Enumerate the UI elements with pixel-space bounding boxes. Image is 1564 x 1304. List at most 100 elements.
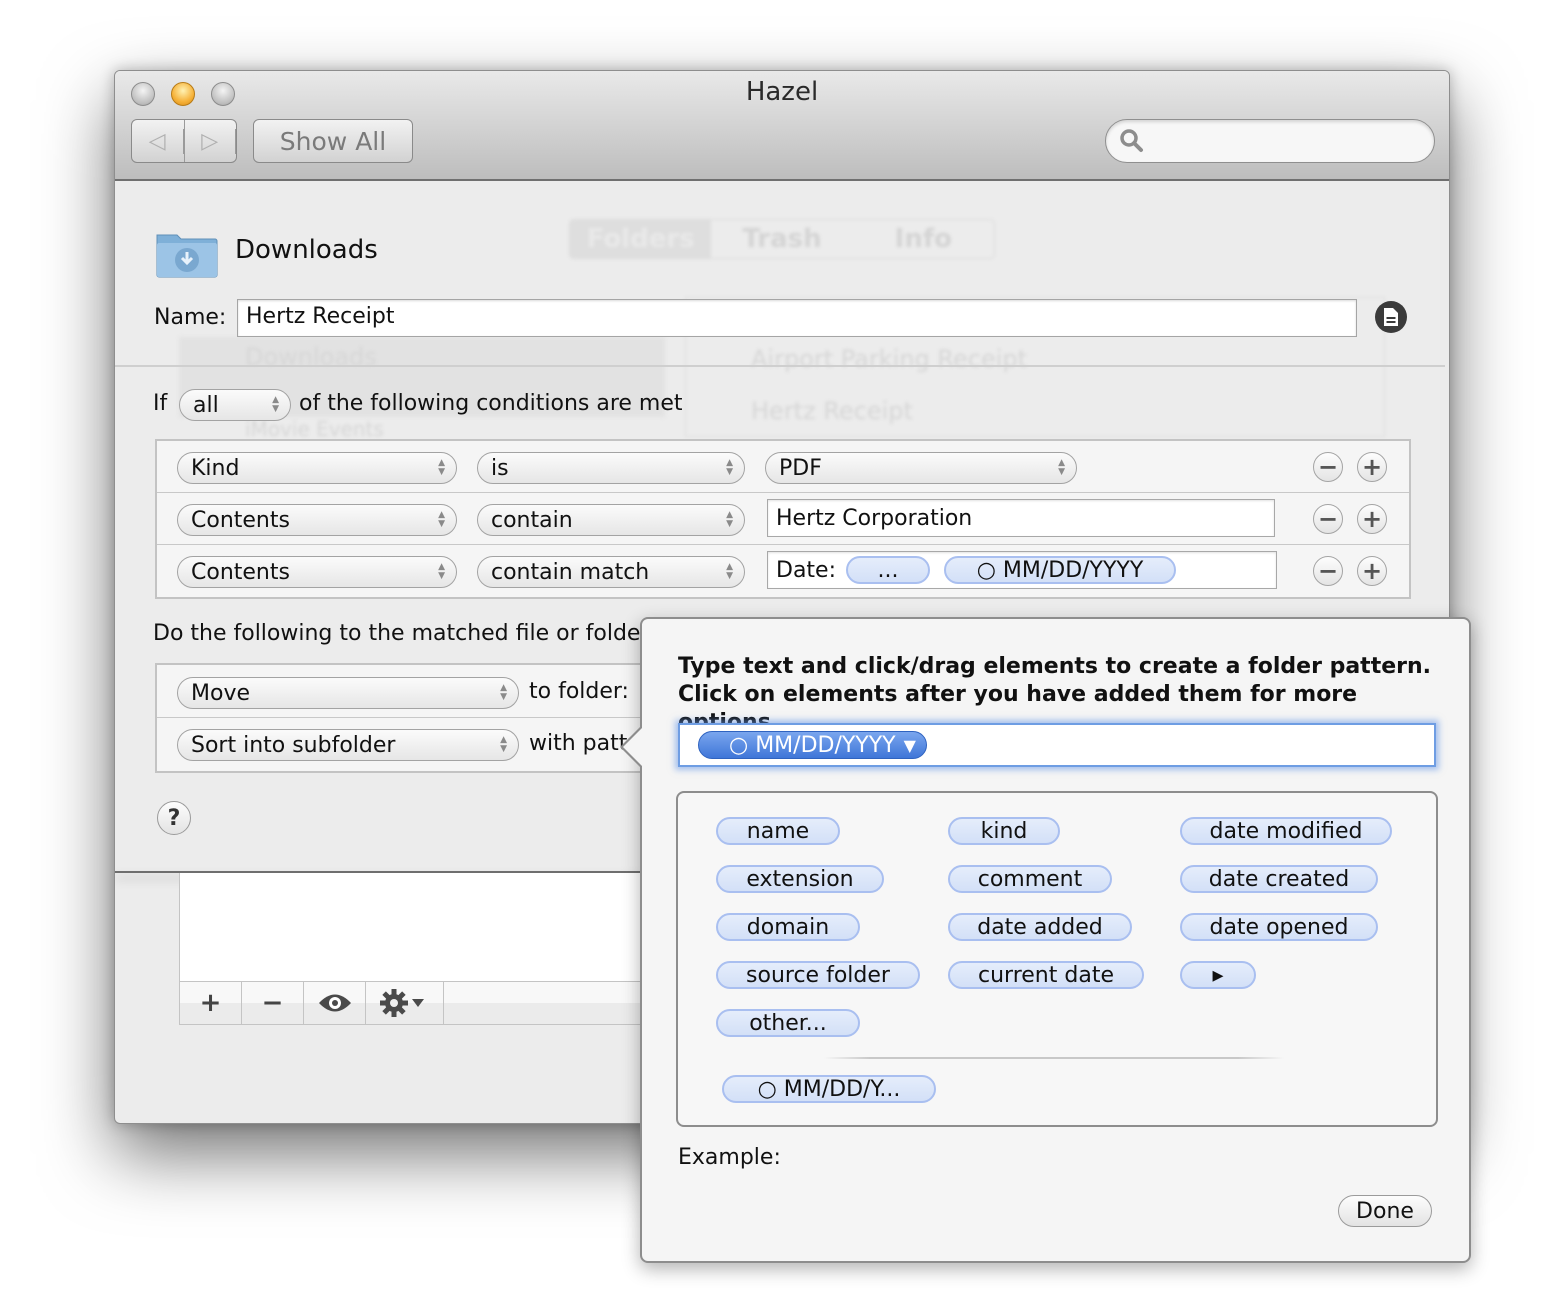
element-kind[interactable]: kind — [948, 817, 1060, 845]
popup-arrows-icon: ▲ ▼ — [726, 562, 733, 581]
ghost-tab-trash: Trash — [742, 224, 822, 254]
show-all-button[interactable]: Show All — [253, 119, 413, 163]
add-condition-button[interactable]: + — [1357, 504, 1387, 534]
condition-operator-value: contain — [491, 507, 573, 533]
custom-date-token[interactable]: ○ MM/DD/Y... — [722, 1075, 936, 1103]
back-button[interactable]: ◁ — [132, 120, 185, 162]
palette-divider — [824, 1057, 1284, 1059]
back-forward-control: ◁ ▷ — [131, 119, 237, 163]
ghost-rule-airport: Airport Parking Receipt — [751, 345, 1028, 373]
condition-operator-popup[interactable]: is ▲ ▼ — [477, 452, 745, 484]
element-extension[interactable]: extension — [716, 865, 884, 893]
popup-arrows-icon: ▲ ▼ — [726, 510, 733, 529]
action-value: Move — [191, 680, 250, 706]
add-condition-button[interactable]: + — [1357, 452, 1387, 482]
element-date-opened[interactable]: date opened — [1180, 913, 1378, 941]
ghost-tab-info: Info — [894, 224, 952, 254]
if-label: If — [153, 391, 168, 416]
remove-condition-button[interactable]: − — [1313, 504, 1343, 534]
preview-button[interactable] — [304, 982, 366, 1024]
remove-rule-button[interactable]: − — [242, 982, 304, 1024]
help-button[interactable]: ? — [157, 801, 191, 835]
condition-attribute-value: Contents — [191, 507, 290, 533]
back-arrow-icon: ◁ — [132, 128, 184, 154]
popup-arrows-icon: ▲ ▼ — [272, 395, 279, 414]
eye-icon — [318, 994, 351, 1012]
condition-attribute-popup[interactable]: Kind ▲ ▼ — [177, 452, 457, 484]
condition-value-popup[interactable]: PDF ▲ ▼ — [765, 452, 1077, 484]
actions-label: Do the following to the matched file or … — [153, 621, 657, 646]
more-elements-button[interactable]: ▸ — [1180, 961, 1256, 989]
document-icon — [1384, 308, 1398, 326]
condition-text-input[interactable]: Hertz Corporation — [767, 499, 1275, 537]
match-mode-popup[interactable]: all ▲ ▼ — [179, 389, 291, 421]
ghost-tab-bar: Folders Trash Info — [569, 219, 995, 259]
forward-arrow-icon: ▷ — [185, 128, 236, 154]
element-date-added[interactable]: date added — [948, 913, 1132, 941]
action-popup-sort[interactable]: Sort into subfolder ▲ ▼ — [177, 729, 519, 761]
pattern-elements-palette: name kind date modified extension commen… — [676, 791, 1438, 1127]
selected-pattern-token[interactable]: ○ MM/DD/YYYY ▼ — [698, 731, 927, 759]
element-date-created[interactable]: date created — [1180, 865, 1378, 893]
ghost-rule-hertz: Hertz Receipt — [751, 397, 913, 425]
popup-arrows-icon: ▲ ▼ — [1058, 458, 1065, 477]
title-bar: Hazel ◁ ▷ Show All — [115, 71, 1449, 181]
condition-attribute-value: Contents — [191, 559, 290, 585]
folder-name: Downloads — [235, 235, 378, 265]
remove-condition-button[interactable]: − — [1313, 452, 1343, 482]
condition-attribute-value: Kind — [191, 455, 240, 481]
rule-name-input[interactable]: Hertz Receipt — [237, 299, 1357, 337]
window-title: Hazel — [745, 77, 819, 107]
action-popup-move[interactable]: Move ▲ ▼ — [177, 677, 519, 709]
folder-pattern-popover: Type text and click/drag elements to cre… — [620, 617, 1471, 1263]
popup-arrows-icon: ▲ ▼ — [438, 510, 445, 529]
pattern-token-ellipsis[interactable]: ... — [846, 556, 930, 584]
condition-attribute-popup[interactable]: Contents ▲ ▼ — [177, 556, 457, 588]
popup-arrows-icon: ▲ ▼ — [500, 683, 507, 702]
popup-arrows-icon: ▲ ▼ — [438, 562, 445, 581]
condition-value: PDF — [779, 455, 822, 481]
done-button[interactable]: Done — [1338, 1195, 1432, 1227]
chevron-down-icon: ▼ — [903, 735, 916, 755]
popup-arrows-icon: ▲ ▼ — [500, 735, 507, 754]
action-value: Sort into subfolder — [191, 732, 396, 758]
popup-arrows-icon: ▲ ▼ — [438, 458, 445, 477]
gear-icon — [379, 989, 424, 1017]
to-folder-label: to folder: — [529, 679, 629, 704]
condition-attribute-popup[interactable]: Contents ▲ ▼ — [177, 504, 457, 536]
condition-operator-value: is — [491, 455, 509, 481]
pattern-prefix-text: Date: — [776, 557, 836, 583]
forward-button[interactable]: ▷ — [185, 120, 236, 162]
popover-arrow — [620, 725, 643, 769]
element-other[interactable]: other... — [716, 1009, 860, 1037]
element-comment[interactable]: comment — [948, 865, 1112, 893]
name-label: Name: — [154, 305, 227, 330]
condition-operator-popup[interactable]: contain match ▲ ▼ — [477, 556, 745, 588]
gear-menu-button[interactable] — [366, 982, 444, 1024]
match-mode-value: all — [193, 392, 219, 418]
pattern-token-date[interactable]: ○ MM/DD/YYYY — [944, 556, 1176, 584]
element-date-modified[interactable]: date modified — [1180, 817, 1392, 845]
downloads-folder-icon — [155, 229, 219, 279]
search-field[interactable] — [1105, 119, 1435, 163]
example-label: Example: — [678, 1145, 781, 1170]
element-current-date[interactable]: current date — [948, 961, 1144, 989]
folder-pattern-input[interactable]: ○ MM/DD/YYYY ▼ — [678, 723, 1436, 767]
row-divider — [157, 492, 1409, 493]
ghost-tab-folders: Folders — [570, 220, 712, 258]
conditions-suffix: of the following conditions are met — [299, 391, 683, 416]
add-condition-button[interactable]: + — [1357, 556, 1387, 586]
conditions-box: Kind ▲ ▼ is ▲ ▼ PDF ▲ ▼ − + Contents ▲ ▼ con… — [155, 439, 1411, 599]
element-name[interactable]: name — [716, 817, 840, 845]
element-source-folder[interactable]: source folder — [716, 961, 920, 989]
popup-arrows-icon: ▲ ▼ — [726, 458, 733, 477]
condition-operator-popup[interactable]: contain ▲ ▼ — [477, 504, 745, 536]
rule-notes-button[interactable] — [1375, 301, 1407, 333]
condition-pattern-input[interactable]: Date: ... ○ MM/DD/YYYY — [767, 551, 1277, 589]
condition-operator-value: contain match — [491, 559, 650, 585]
search-icon — [1118, 127, 1146, 159]
add-rule-button[interactable]: + — [180, 982, 242, 1024]
selected-token-label: ○ MM/DD/YYYY — [729, 732, 896, 758]
remove-condition-button[interactable]: − — [1313, 556, 1343, 586]
element-domain[interactable]: domain — [716, 913, 860, 941]
